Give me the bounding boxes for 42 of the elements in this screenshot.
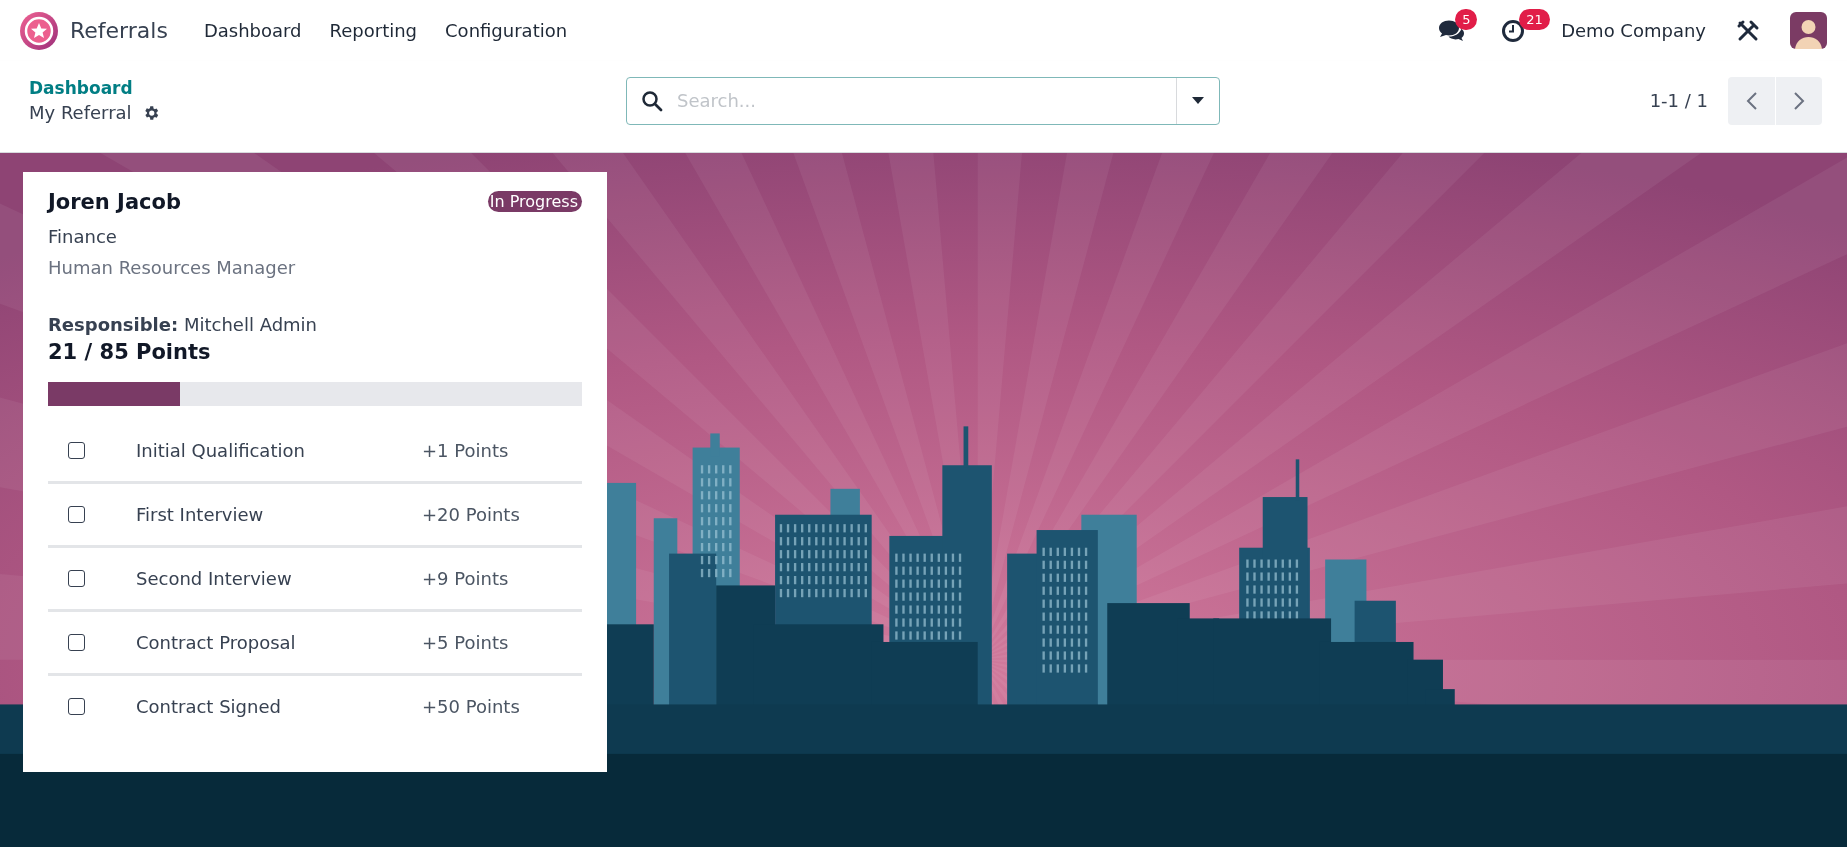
department-text: Finance: [48, 226, 118, 247]
app-logo-icon[interactable]: [19, 10, 59, 51]
stage-checkbox[interactable]: [68, 698, 85, 715]
clock-icon[interactable]: [1501, 18, 1526, 43]
stage-checkbox[interactable]: [68, 634, 85, 651]
stage-name: Contract Proposal: [136, 632, 297, 653]
search-bar[interactable]: Search...: [626, 76, 1220, 125]
app-name[interactable]: Referrals: [70, 18, 168, 43]
menu-item[interactable]: Dashboard: [189, 14, 316, 47]
stage-name: Initial Qualification: [136, 440, 306, 461]
responsible-name: Mitchell Admin: [183, 314, 317, 335]
page-title: My Referral: [29, 102, 132, 123]
pager-value: 1-1 / 1: [1649, 90, 1708, 111]
breadcrumb-link[interactable]: Dashboard: [29, 78, 626, 98]
chevron-left-icon: [1745, 90, 1758, 111]
stage-points: +5 Points: [422, 632, 510, 653]
stage-points: +9 Points: [422, 568, 510, 589]
stage-points: +1 Points: [422, 440, 510, 461]
stage-checkbox[interactable]: [68, 570, 85, 587]
tools-icon[interactable]: [1736, 18, 1760, 43]
stage-name: Second Interview: [136, 568, 293, 589]
menu-item[interactable]: Configuration: [431, 14, 582, 47]
stage-checkbox[interactable]: [68, 442, 85, 459]
responsible-label: Responsible:: [48, 314, 179, 335]
search-input[interactable]: Search...: [675, 89, 1176, 112]
stage-points: +50 Points: [422, 696, 521, 717]
candidate-name: Joren Jacob: [48, 190, 181, 214]
menu-item[interactable]: Reporting: [315, 14, 432, 47]
stage-name: Contract Signed: [136, 696, 282, 717]
job-title: Human Resources Manager: [48, 257, 297, 278]
search-icon: [641, 89, 663, 112]
user-avatar[interactable]: [1790, 12, 1827, 49]
activity-count-badge: 21: [1519, 8, 1550, 30]
points-total: 21 / 85 Points: [48, 340, 212, 364]
stage-points: +20 Points: [422, 504, 521, 525]
company-name[interactable]: Demo Company: [1561, 20, 1706, 41]
stage-checkbox[interactable]: [68, 506, 85, 523]
stage-name: First Interview: [136, 504, 265, 525]
message-count-badge: 5: [1455, 8, 1478, 30]
status-badge: In Progress: [487, 191, 582, 212]
chevron-right-icon: [1793, 90, 1805, 111]
caret-icon: [1192, 97, 1204, 104]
